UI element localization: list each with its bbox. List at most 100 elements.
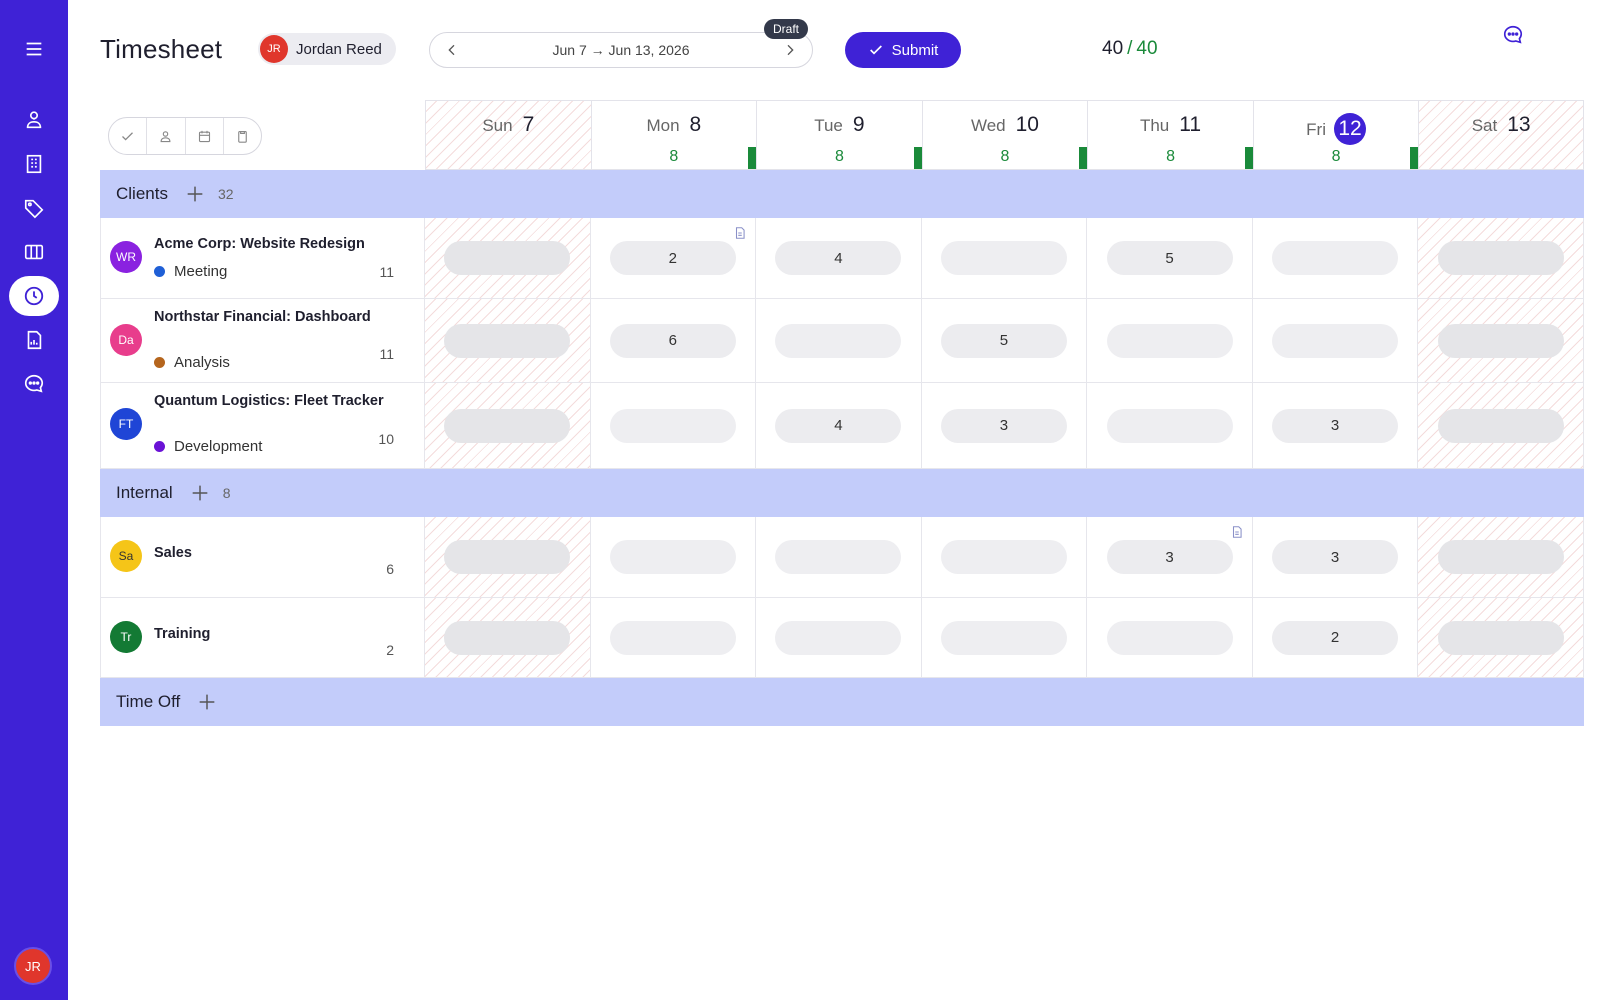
hours-input[interactable]	[1437, 323, 1564, 358]
chat-icon[interactable]	[9, 364, 59, 404]
hours-input[interactable]	[1437, 620, 1564, 655]
hours-input[interactable]	[609, 540, 736, 574]
user-selector[interactable]: JR Jordan Reed	[258, 33, 396, 65]
row-label[interactable]: Da Northstar Financial: Dashboard Analys…	[100, 299, 425, 382]
hours-input[interactable]: 5	[1106, 241, 1233, 275]
row-label[interactable]: FT Quantum Logistics: Fleet Tracker Deve…	[100, 383, 425, 468]
hours-input[interactable]: 4	[775, 408, 902, 443]
hours-input[interactable]: 6	[609, 323, 736, 358]
day-number: 7	[522, 113, 535, 136]
project-name: Training	[154, 626, 211, 642]
hours-input[interactable]	[1106, 408, 1233, 443]
comments-icon[interactable]	[1502, 24, 1524, 46]
date-range-nav: Jun 7 → Jun 13, 2026	[429, 32, 813, 68]
day-number: 11	[1179, 113, 1202, 136]
row-label[interactable]: Sa Sales 6	[100, 517, 425, 597]
day-hours: 8	[669, 148, 679, 165]
hours-input[interactable]: 4	[775, 241, 902, 275]
hours-input[interactable]	[1437, 408, 1564, 443]
clock-icon[interactable]	[9, 276, 59, 316]
user-avatar: JR	[260, 35, 288, 63]
activity-dot	[154, 266, 165, 277]
day-cell: 2	[1253, 598, 1419, 677]
submit-label: Submit	[891, 41, 939, 59]
hours-input[interactable]	[1272, 323, 1399, 358]
project-avatar: WR	[110, 241, 142, 273]
date-range-label[interactable]: Jun 7 → Jun 13, 2026	[553, 42, 690, 58]
check-icon[interactable]	[109, 118, 148, 154]
hours-input[interactable]	[1437, 241, 1564, 275]
chevron-right-icon[interactable]	[780, 40, 800, 60]
hours-input[interactable]	[444, 540, 571, 574]
hours-input[interactable]	[775, 540, 902, 574]
hours-input[interactable]: 2	[609, 241, 736, 275]
tag-icon[interactable]	[9, 188, 59, 228]
hours-input[interactable]	[940, 241, 1067, 275]
hours-input[interactable]	[775, 323, 902, 358]
hours-input[interactable]	[609, 620, 736, 655]
hours-input[interactable]	[444, 323, 571, 358]
submit-button[interactable]: Submit	[845, 32, 961, 68]
hours-input[interactable]: 3	[1272, 540, 1399, 574]
day-hours-bar	[1244, 147, 1253, 169]
building-icon[interactable]	[9, 144, 59, 184]
columns-icon[interactable]	[9, 232, 59, 272]
hours-input[interactable]	[940, 620, 1067, 655]
day-header-mon: Mon 8 8	[590, 100, 757, 170]
hours-input[interactable]	[1106, 620, 1233, 655]
hours-input[interactable]	[775, 620, 902, 655]
project-name: Quantum Logistics: Fleet Tracker	[154, 393, 384, 409]
table-row: FT Quantum Logistics: Fleet Tracker Deve…	[100, 383, 1584, 469]
row-label[interactable]: WR Acme Corp: Website Redesign Meeting 1…	[100, 218, 425, 298]
activity-label: Meeting	[154, 263, 227, 280]
row-cells: 4 3 3	[425, 383, 1584, 468]
add-icon[interactable]	[196, 691, 218, 713]
clipboard-icon[interactable]	[224, 118, 261, 154]
hours-input[interactable]: 3	[1106, 540, 1233, 574]
hours-input[interactable]: 2	[1272, 620, 1399, 655]
hours-input[interactable]	[609, 408, 736, 443]
hours-input[interactable]	[1106, 323, 1233, 358]
add-icon[interactable]	[189, 482, 211, 504]
day-cell	[922, 218, 1088, 298]
day-cell: 4	[756, 218, 922, 298]
add-icon[interactable]	[184, 183, 206, 205]
activity-name: Development	[174, 438, 263, 455]
section-time-off: Time Off	[100, 678, 1584, 726]
hours-input[interactable]: 3	[940, 408, 1067, 443]
calendar-icon[interactable]	[186, 118, 224, 154]
section-count: 32	[217, 186, 234, 202]
hours-input[interactable]	[1272, 241, 1399, 275]
day-cell	[425, 218, 591, 298]
hours-input[interactable]: 5	[940, 323, 1067, 358]
hours-input[interactable]	[444, 241, 571, 275]
hours-total: 40/40	[1102, 38, 1158, 60]
avatar[interactable]: JR	[14, 947, 52, 985]
note-icon[interactable]	[733, 226, 747, 240]
row-total: 11	[379, 346, 394, 362]
people-icon[interactable]	[9, 100, 59, 140]
note-icon[interactable]	[1230, 525, 1244, 539]
table-row: Da Northstar Financial: Dashboard Analys…	[100, 299, 1584, 383]
hours-input[interactable]	[1437, 540, 1564, 574]
day-cell: 3	[922, 383, 1088, 468]
section-count: 8	[222, 485, 231, 501]
menu-icon[interactable]	[9, 29, 59, 69]
hours-input[interactable]	[940, 540, 1067, 574]
report-icon[interactable]	[9, 320, 59, 360]
day-header-sun: Sun 7	[425, 100, 591, 170]
day-name: Mon	[646, 116, 680, 135]
activity-dot	[154, 441, 165, 452]
row-label[interactable]: Tr Training 2	[100, 598, 425, 677]
day-cell	[1087, 299, 1253, 382]
row-total: 2	[386, 642, 394, 658]
project-name: Sales	[154, 545, 192, 561]
hours-input[interactable]: 3	[1272, 408, 1399, 443]
row-cells: 2	[425, 598, 1584, 677]
hours-input[interactable]	[444, 408, 571, 443]
people-icon[interactable]	[147, 118, 186, 154]
hours-input[interactable]	[444, 620, 571, 655]
day-number: 9	[852, 113, 865, 136]
day-cell: 5	[922, 299, 1088, 382]
chevron-left-icon[interactable]	[442, 40, 462, 60]
